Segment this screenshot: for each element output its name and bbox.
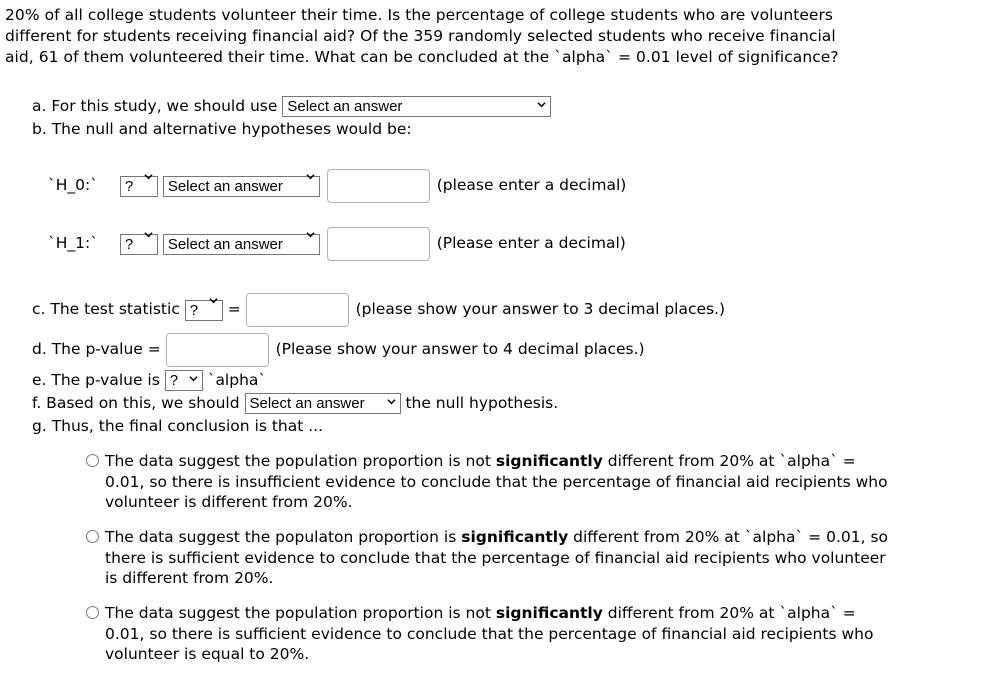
part-f-label: f. Based on this, we should (32, 394, 240, 412)
radio-button[interactable] (86, 530, 99, 543)
h1-row: `H_1:` ? Select an answer (Please enter … (48, 225, 626, 261)
decision-select[interactable]: Select an answer (244, 393, 401, 414)
part-g-label: g. Thus, the final conclusion is that ..… (32, 417, 324, 435)
part-f-suffix: the null hypothesis. (405, 394, 559, 412)
h1-param-select[interactable]: Select an answer (162, 233, 320, 255)
test-statistic-hint: (please show your answer to 3 decimal pl… (355, 300, 726, 318)
part-d: d. The p-value = (Please show your answe… (32, 331, 645, 367)
alpha-label: `alpha` (207, 371, 267, 389)
study-type-select-wrap[interactable]: Select an answer (282, 96, 552, 117)
question-text: 20% of all college students volunteer th… (5, 5, 885, 68)
h0-hint: (please enter a decimal) (436, 176, 627, 194)
decision-select-wrap[interactable]: Select an answer (244, 393, 401, 414)
h0-symbol-select[interactable]: ? (119, 175, 158, 197)
part-e: e. The p-value is ? `alpha` (32, 370, 266, 391)
question-line: different for students receiving financi… (5, 27, 836, 45)
p-value-compare-select[interactable]: ? (164, 370, 203, 391)
part-c-label: c. The test statistic (32, 300, 180, 318)
p-value-input[interactable] (165, 332, 269, 367)
h1-symbol-select[interactable]: ? (119, 233, 158, 255)
part-b-label: b. The null and alternative hypotheses w… (32, 120, 412, 138)
h0-symbol-select-wrap[interactable]: ? (119, 168, 158, 204)
p-value-hint: (Please show your answer to 4 decimal pl… (275, 340, 645, 358)
part-f: f. Based on this, we should Select an an… (32, 393, 558, 414)
question-line: aid, 61 of them volunteered their time. … (5, 48, 839, 66)
p-value-compare-select-wrap[interactable]: ? (164, 370, 203, 391)
part-a-label: a. For this study, we should use (32, 97, 278, 115)
h1-hint: (Please enter a decimal) (436, 234, 626, 252)
h0-row: `H_0:` ? Select an answer (please enter … (48, 167, 626, 203)
h1-value-input[interactable] (326, 226, 430, 261)
study-type-select[interactable]: Select an answer (282, 96, 552, 117)
h1-param-select-wrap[interactable]: Select an answer (162, 226, 320, 262)
conclusion-option-text: The data suggest the populaton proportio… (105, 528, 889, 587)
radio-button[interactable] (86, 606, 99, 619)
h1-symbol-select-wrap[interactable]: ? (119, 226, 158, 262)
h0-param-select[interactable]: Select an answer (162, 175, 320, 197)
part-a: a. For this study, we should use Select … (32, 96, 552, 117)
part-e-label: e. The p-value is (32, 371, 160, 389)
equals-sign: = (227, 300, 241, 318)
conclusion-option-text: The data suggest the population proporti… (105, 452, 888, 511)
conclusion-option-text: The data suggest the population proporti… (105, 604, 874, 663)
h0-param-select-wrap[interactable]: Select an answer (162, 168, 320, 204)
part-c: c. The test statistic ? = (please show y… (32, 291, 725, 327)
test-statistic-input[interactable] (245, 292, 349, 327)
test-statistic-select-wrap[interactable]: ? (184, 292, 223, 328)
h1-label: `H_1:` (48, 234, 98, 252)
test-statistic-select[interactable]: ? (184, 299, 223, 321)
h0-value-input[interactable] (326, 168, 430, 203)
h0-label: `H_0:` (48, 176, 98, 194)
part-d-label: d. The p-value = (32, 340, 161, 358)
radio-button[interactable] (86, 454, 99, 467)
question-line: 20% of all college students volunteer th… (5, 6, 834, 24)
